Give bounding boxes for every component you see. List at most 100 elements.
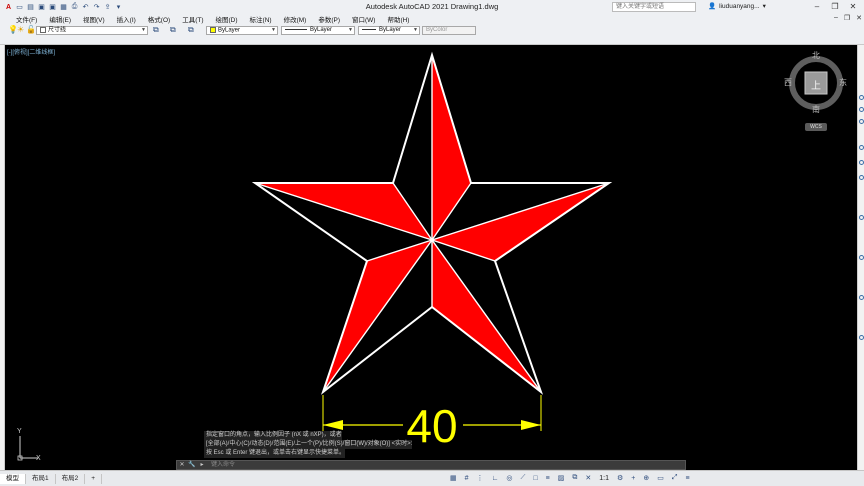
orbit-icon[interactable] [859, 175, 864, 180]
doc-minimize-button[interactable]: – [834, 14, 838, 22]
pan-icon[interactable] [859, 145, 864, 150]
menu-insert[interactable]: 插入(I) [111, 14, 142, 24]
menu-format[interactable]: 格式(O) [142, 14, 176, 24]
chevron-down-icon: ▼ [141, 27, 146, 33]
menu-parameter[interactable]: 参数(P) [312, 14, 346, 24]
showmotion-icon[interactable] [859, 215, 864, 220]
menu-view[interactable]: 视图(V) [77, 14, 111, 24]
menu-tools[interactable]: 工具(T) [176, 14, 209, 24]
new-file-icon[interactable]: ▭ [15, 3, 24, 12]
menu-bar: 文件(F) 编辑(E) 视图(V) 插入(I) 格式(O) 工具(T) 绘图(D… [0, 14, 864, 24]
lineweight-dropdown[interactable]: ByLayer ▼ [358, 26, 420, 35]
isodraft-icon[interactable]: ⟋ [521, 474, 526, 482]
make-current-layer-icon[interactable]: ⧉ [153, 25, 159, 35]
save-as-icon[interactable]: ▣ [48, 3, 57, 12]
drawing-area[interactable]: [-][俯视][二维线框] 40 [5, 45, 857, 470]
menu-file[interactable]: 文件(F) [10, 14, 43, 24]
transparency-icon[interactable]: ▨ [558, 474, 565, 482]
nav-icon[interactable] [859, 255, 864, 260]
object-snap-icon[interactable]: □ [533, 475, 537, 482]
recent-commands-icon[interactable]: ▸ [197, 461, 207, 469]
isolate-icon[interactable]: ⊕ [643, 474, 649, 482]
layer-states-icon[interactable]: ⧉ [188, 25, 194, 35]
autocad-window: A ▭ ▤ ▣ ▣ ▦ ⎙ ↶ ↷ ⇪ ▾ Autodesk AutoCAD 2… [0, 0, 864, 486]
layer-lock-icon[interactable]: 🔓 [26, 25, 36, 34]
properties-toolbar: 💡 ☀ 🔓 尺寸线 ▼ ⧉ ⧉ ⧉ ByLayer ▼ ByLayer ▼ By… [0, 24, 864, 45]
nav-icon[interactable] [859, 119, 864, 124]
user-icon: 👤 [708, 3, 717, 10]
viewcube[interactable]: 北 南 东 西 上 [780, 50, 850, 120]
annotation-scale[interactable]: 1:1 [599, 475, 609, 482]
ortho-icon[interactable]: ∟ [492, 475, 499, 482]
grid-icon[interactable]: # [465, 475, 469, 482]
tab-layout1[interactable]: 布局1 [26, 473, 56, 484]
menu-modify[interactable]: 修改(M) [278, 14, 313, 24]
layer-dropdown[interactable]: 尺寸线 ▼ [36, 26, 148, 35]
model-space-icon[interactable]: ▦ [450, 474, 457, 482]
quick-access-toolbar: A ▭ ▤ ▣ ▣ ▦ ⎙ ↶ ↷ ⇪ ▾ [0, 3, 123, 12]
menu-dimension[interactable]: 标注(N) [244, 14, 278, 24]
snap-icon[interactable]: ⋮ [477, 474, 484, 482]
layer-previous-icon[interactable]: ⧉ [170, 25, 176, 35]
command-input[interactable]: 键入命令 [211, 461, 235, 469]
restore-button[interactable]: ❐ [826, 0, 844, 14]
layer-freeze-icon[interactable]: ☀ [17, 25, 24, 34]
lineweight-icon[interactable]: ≡ [546, 475, 550, 482]
hardware-accel-icon[interactable]: ▭ [657, 474, 664, 482]
color-dropdown[interactable]: ByLayer ▼ [206, 26, 278, 35]
viewcube-top-face[interactable]: 上 [811, 77, 821, 92]
menu-draw[interactable]: 绘图(D) [210, 14, 244, 24]
web-save-icon[interactable]: ▦ [59, 3, 68, 12]
doc-close-button[interactable]: ✕ [856, 14, 862, 22]
command-line[interactable]: ✕ 🔧 ▸ 键入命令 [176, 460, 686, 470]
window-controls: – ❐ ✕ [808, 0, 862, 14]
help-search-input[interactable]: 键入关键字或短语 [612, 2, 696, 12]
menu-window[interactable]: 窗口(W) [346, 14, 381, 24]
close-command-line-icon[interactable]: ✕ [177, 461, 187, 469]
plotstyle-value: ByColor [426, 27, 448, 33]
redo-icon[interactable]: ↷ [92, 3, 101, 12]
ucs-icon: Y X [10, 428, 41, 466]
settings-icon[interactable]: ⚙ [617, 474, 623, 482]
add-layout-button[interactable]: + [85, 473, 103, 484]
customize-icon[interactable]: 🔧 [187, 461, 197, 469]
linetype-preview [285, 28, 307, 30]
viewcube-north[interactable]: 北 [812, 50, 820, 61]
menu-help[interactable]: 帮助(H) [381, 14, 415, 24]
nav-icon[interactable] [859, 95, 864, 100]
customization-icon[interactable]: ≡ [685, 475, 689, 482]
color-swatch [210, 27, 216, 33]
wcs-menu-button[interactable]: WCS [805, 123, 827, 131]
viewcube-west[interactable]: 西 [784, 77, 792, 88]
command-history-line: 按 Esc 或 Enter 键退出，或单击右键显示快捷菜单。 [204, 449, 346, 458]
nav-icon[interactable] [859, 295, 864, 300]
nav-icon[interactable] [859, 107, 864, 112]
polar-icon[interactable]: ◎ [506, 474, 512, 482]
undo-icon[interactable]: ↶ [81, 3, 90, 12]
print-icon[interactable]: ⎙ [70, 3, 79, 12]
app-menu-icon[interactable]: A [4, 3, 13, 12]
add-icon[interactable]: + [631, 475, 635, 482]
viewcube-east[interactable]: 东 [839, 77, 847, 88]
menu-edit[interactable]: 编辑(E) [43, 14, 77, 24]
linetype-dropdown[interactable]: ByLayer ▼ [281, 26, 355, 35]
close-button[interactable]: ✕ [844, 0, 862, 14]
lineweight-preview [362, 28, 376, 30]
tab-layout2[interactable]: 布局2 [56, 473, 86, 484]
doc-restore-button[interactable]: ❐ [844, 14, 850, 22]
zoom-icon[interactable] [859, 160, 864, 165]
annotation-visibility-icon[interactable]: ✕ [585, 474, 591, 482]
selection-cycling-icon[interactable]: ⧉ [572, 474, 577, 482]
qat-dropdown-icon[interactable]: ▾ [114, 3, 123, 12]
user-name: liuduanyang... [719, 2, 760, 10]
plotstyle-dropdown[interactable]: ByColor [422, 26, 476, 35]
minimize-button[interactable]: – [808, 0, 826, 14]
save-icon[interactable]: ▣ [37, 3, 46, 12]
user-account[interactable]: 👤 liuduanyang... ▾ [708, 2, 766, 11]
clean-screen-icon[interactable]: ⤢ [672, 474, 678, 482]
open-file-icon[interactable]: ▤ [26, 3, 35, 12]
viewcube-south[interactable]: 南 [812, 104, 820, 115]
share-icon[interactable]: ⇪ [103, 3, 112, 12]
nav-icon[interactable] [859, 335, 864, 340]
tab-model[interactable]: 模型 [0, 473, 26, 484]
